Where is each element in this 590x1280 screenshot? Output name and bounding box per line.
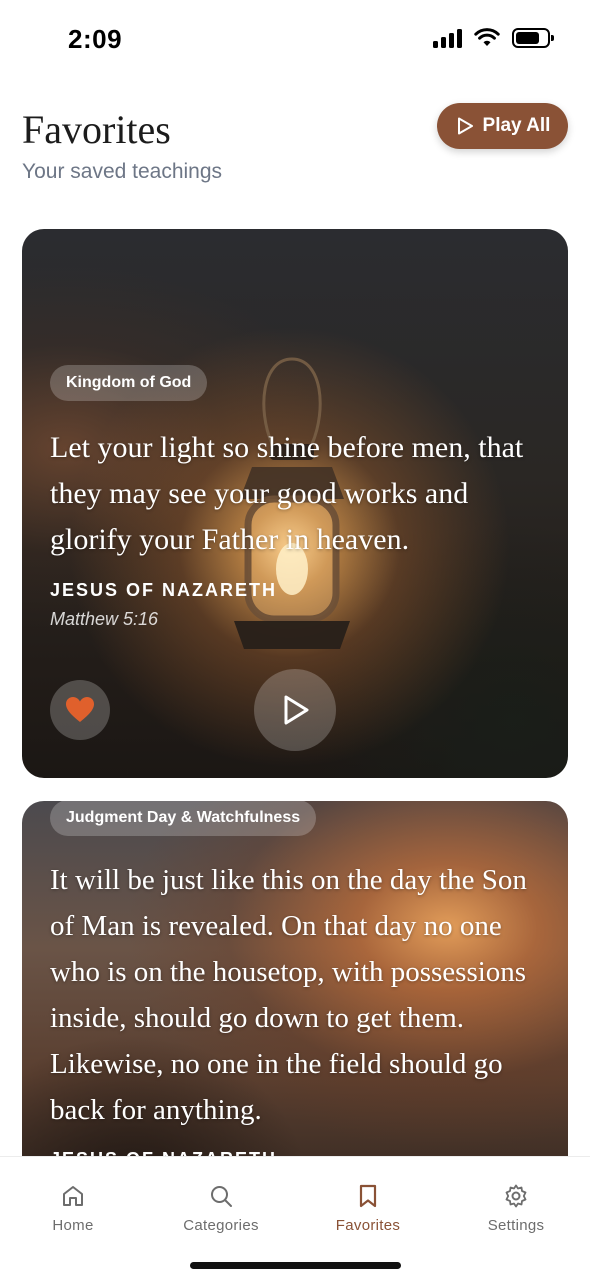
tab-categories[interactable]: Categories xyxy=(161,1183,281,1234)
tab-settings[interactable]: Settings xyxy=(456,1183,576,1234)
wifi-icon xyxy=(474,28,500,46)
home-icon xyxy=(63,1186,83,1206)
tab-settings-label: Settings xyxy=(487,1217,545,1234)
page-subtitle: Your saved teachings xyxy=(22,160,223,183)
play-all-button[interactable]: Play All xyxy=(437,103,568,149)
play-icon xyxy=(284,695,309,725)
tab-favorites[interactable]: Favorites xyxy=(308,1183,428,1234)
page-title: Favorites xyxy=(22,107,171,152)
cellular-signal-icon xyxy=(433,28,462,48)
status-time: 2:09 xyxy=(68,24,123,54)
status-bar: 2:09 xyxy=(0,0,590,80)
search-icon xyxy=(211,1186,232,1207)
tab-favorites-label: Favorites xyxy=(335,1217,401,1234)
play-icon xyxy=(457,117,473,135)
home-indicator xyxy=(190,1262,401,1269)
tab-categories-label: Categories xyxy=(183,1217,259,1234)
quote-text: Let your light so shine before men, that… xyxy=(50,431,524,556)
category-tag: Kingdom of God xyxy=(50,365,208,401)
battery-level xyxy=(516,32,540,44)
quote-text: It will be just like this on the day the… xyxy=(50,864,527,1126)
scripture-reference: Matthew 5:16 xyxy=(50,609,159,629)
speaker-name: JESUS OF NAZARETH xyxy=(50,580,278,600)
gear-icon xyxy=(505,1184,527,1208)
tab-home-label: Home xyxy=(52,1217,94,1234)
category-tag: Judgment Day & Watchfulness xyxy=(50,801,317,836)
heart-icon xyxy=(66,697,94,722)
favorite-button[interactable] xyxy=(50,680,110,740)
teaching-card[interactable]: Kingdom of God Let your light so shine b… xyxy=(22,229,568,778)
play-all-label: Play All xyxy=(482,115,551,136)
battery-icon xyxy=(512,28,554,48)
play-button[interactable] xyxy=(254,669,336,751)
tab-home[interactable]: Home xyxy=(13,1183,133,1234)
bookmark-icon xyxy=(359,1184,377,1208)
status-icons xyxy=(433,28,554,48)
